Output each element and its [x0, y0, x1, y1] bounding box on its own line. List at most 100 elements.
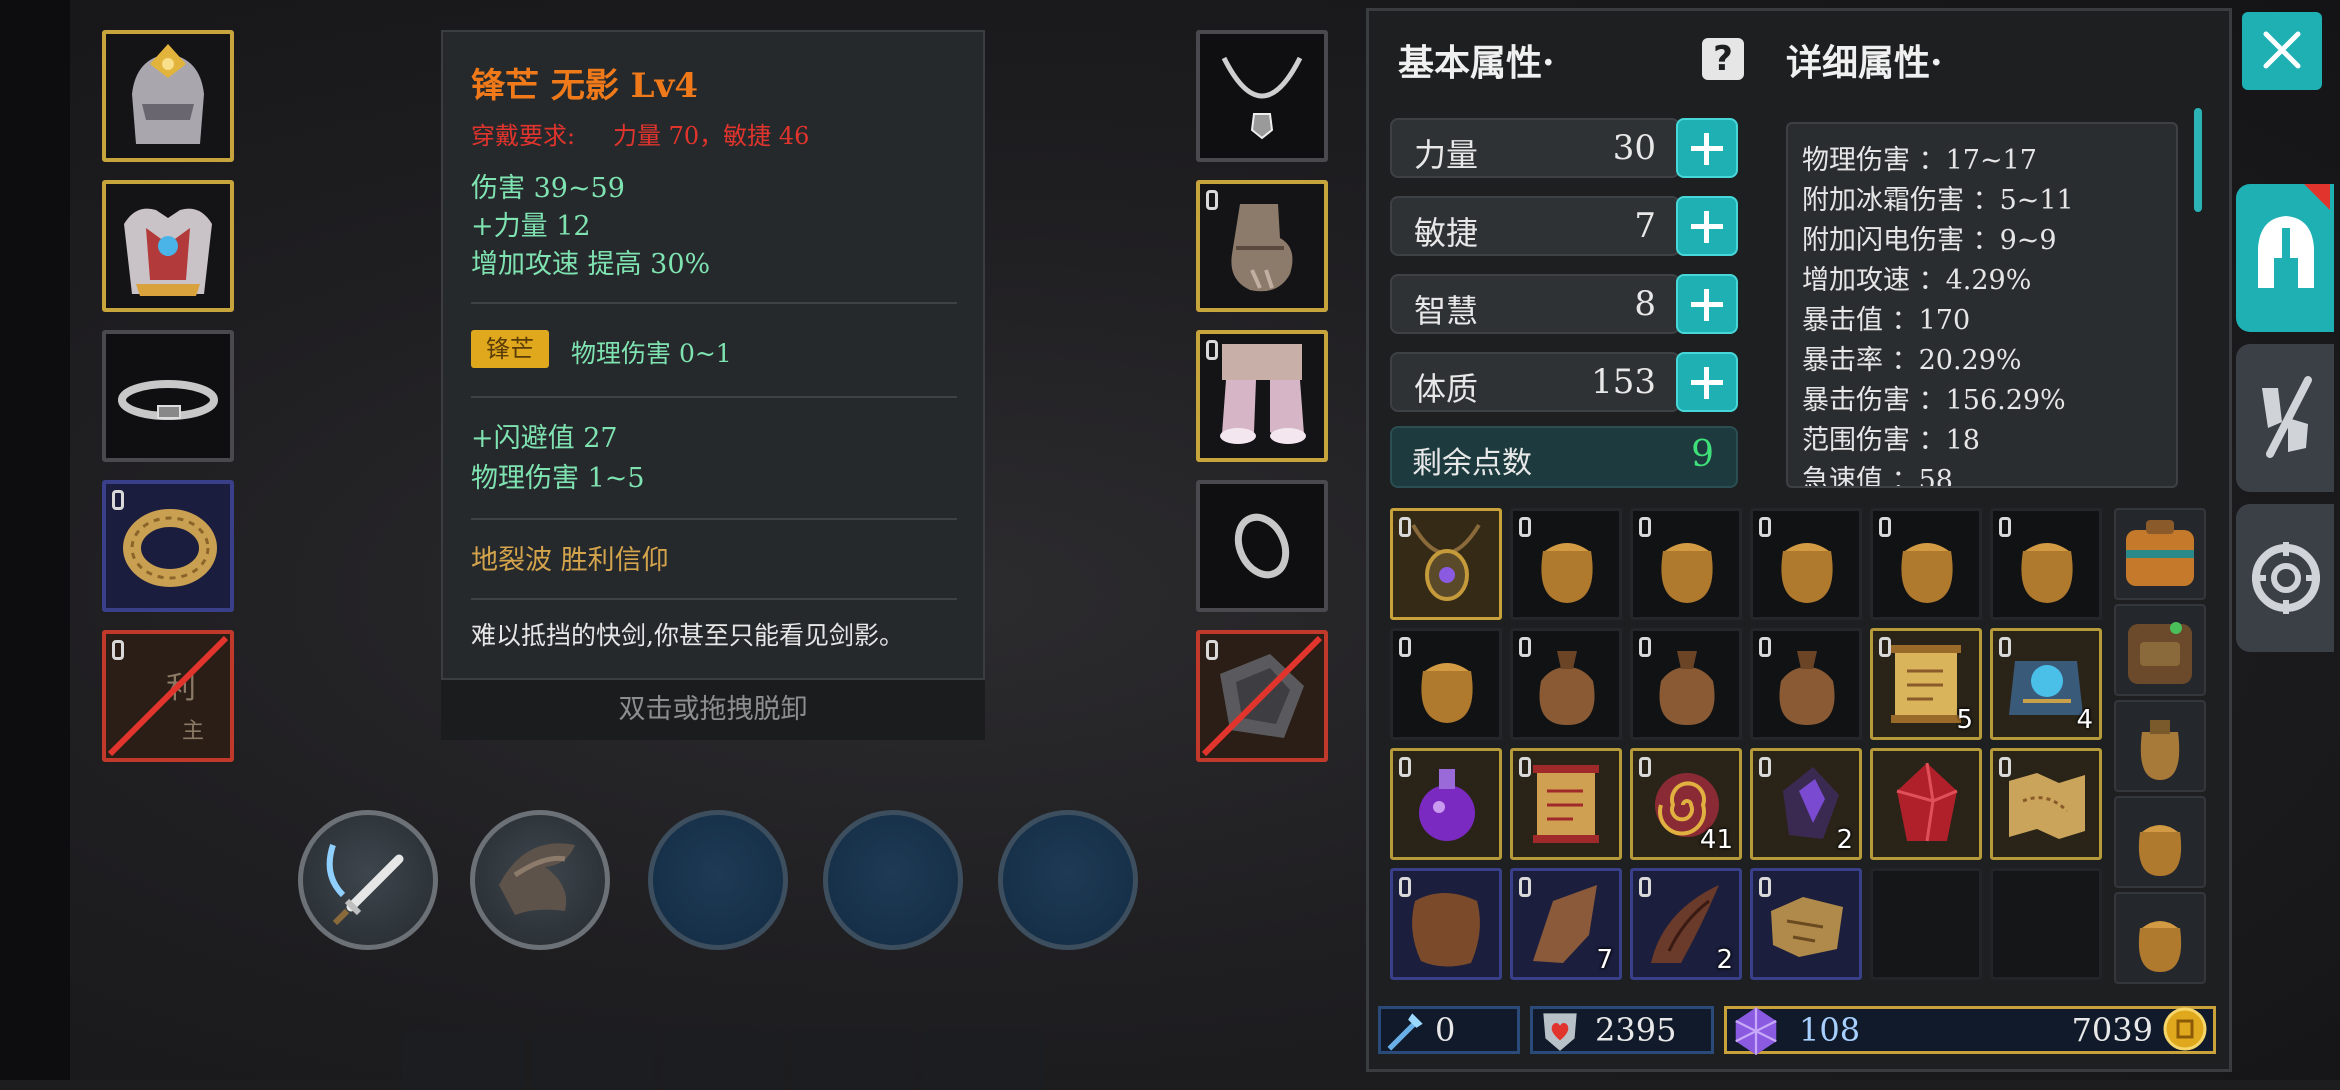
- shards-value: 2395: [1595, 1011, 1677, 1049]
- gloves-slot[interactable]: [1196, 180, 1328, 312]
- stat-label: 体质: [1414, 370, 1479, 408]
- inventory-slot[interactable]: [1390, 868, 1502, 980]
- detail-line: 范围伤害 ：18: [1802, 425, 1980, 456]
- bottom-tab-3[interactable]: [662, 1030, 784, 1090]
- strength-bonus: +力量 12: [471, 211, 591, 242]
- bag-slot-1[interactable]: [2114, 508, 2206, 600]
- inventory-slot[interactable]: [1870, 508, 1982, 620]
- helmet-icon: [132, 44, 204, 144]
- backpack-icon: [2126, 520, 2194, 586]
- helmet-slot[interactable]: [102, 30, 234, 162]
- inventory-slot[interactable]: [1510, 628, 1622, 740]
- armor-icon: [124, 208, 212, 296]
- divider: [471, 598, 957, 600]
- bracelet-slot[interactable]: [102, 480, 234, 612]
- skill-slot-5[interactable]: [998, 810, 1138, 950]
- add-strength-button[interactable]: [1676, 118, 1738, 178]
- sack-icon: [1659, 651, 1715, 725]
- stat-value: 30: [1612, 128, 1656, 168]
- remaining-value: 9: [1691, 434, 1714, 475]
- stat-value: 7: [1634, 206, 1656, 246]
- rarity-tag: 锋芒: [471, 330, 549, 368]
- inventory-slot[interactable]: [1390, 508, 1502, 620]
- inventory-slot[interactable]: [1750, 508, 1862, 620]
- inventory-slot-empty[interactable]: [1990, 868, 2102, 980]
- inventory-slot[interactable]: [1870, 748, 1982, 860]
- resource-shards: 2395: [1530, 1006, 1714, 1054]
- detail-stats-title: 详细属性·: [1786, 42, 1943, 84]
- inventory-slot[interactable]: [1990, 748, 2102, 860]
- detail-scrollbar[interactable]: [2194, 108, 2202, 212]
- notification-badge: [2304, 184, 2330, 210]
- inventory-slot[interactable]: [1990, 508, 2102, 620]
- sack-icon: [1539, 651, 1595, 725]
- stat-label: 力量: [1414, 136, 1479, 174]
- unequip-hint-bar[interactable]: 双击或拖拽脱卸: [441, 680, 985, 740]
- belt-slot[interactable]: [102, 330, 234, 462]
- tab-weapons[interactable]: [2236, 344, 2334, 492]
- inventory-slot[interactable]: 7: [1510, 868, 1622, 980]
- armor-slot[interactable]: [102, 180, 234, 312]
- inventory-slot[interactable]: [1390, 748, 1502, 860]
- bag-slot-3[interactable]: [2114, 700, 2206, 792]
- tab-settings[interactable]: [2236, 504, 2334, 652]
- inventory-slot-empty[interactable]: [1870, 868, 1982, 980]
- bottom-tab-1[interactable]: [402, 1030, 524, 1090]
- help-button[interactable]: ?: [1702, 38, 1744, 80]
- inventory-slot[interactable]: 41: [1630, 748, 1742, 860]
- pouch-icon: [2021, 543, 2073, 603]
- physical-damage-bonus: 物理伤害 1~5: [471, 463, 645, 494]
- boots-slot[interactable]: [1196, 330, 1328, 462]
- locked-weapon-slot[interactable]: 利 主: [102, 630, 234, 762]
- skill-slot-4[interactable]: [823, 810, 963, 950]
- bottom-tab-2[interactable]: [532, 1030, 654, 1090]
- item-count: 7: [1596, 945, 1613, 975]
- locked-offhand-slot[interactable]: [1196, 630, 1328, 762]
- skill-slot-1[interactable]: [298, 810, 438, 950]
- bottom-tab-5[interactable]: [922, 1030, 1044, 1090]
- inventory-slot[interactable]: [1390, 628, 1502, 740]
- remaining-points: 剩余点数 9: [1390, 426, 1738, 488]
- necklace-icon: [1221, 56, 1303, 140]
- pouch-icon: [2138, 825, 2182, 876]
- charge-skill-icon: [499, 843, 575, 915]
- pouch-icon: [1901, 543, 1953, 603]
- skill-slot-2[interactable]: [470, 810, 610, 950]
- detail-line: 暴击伤害 ：156.29%: [1802, 385, 2066, 416]
- stat-value: 153: [1591, 362, 1656, 402]
- map-icon: [2009, 773, 2085, 839]
- pouch-icon: [2138, 921, 2182, 972]
- inventory-slot[interactable]: [1630, 508, 1742, 620]
- inventory-slot[interactable]: [1630, 628, 1742, 740]
- inventory-slot[interactable]: 2: [1750, 748, 1862, 860]
- heart-shield-icon: [1543, 1013, 1577, 1051]
- item-count: 41: [1699, 825, 1733, 855]
- inventory-slot[interactable]: [1510, 508, 1622, 620]
- flavor-text: 难以抵挡的快剑,你甚至只能看见剑影。: [471, 621, 904, 650]
- skill-slot-3[interactable]: [648, 810, 788, 950]
- add-wisdom-button[interactable]: [1676, 274, 1738, 334]
- detail-line: 暴击率 ：20.29%: [1802, 345, 2022, 376]
- amulet-icon: [1411, 523, 1481, 601]
- add-agility-button[interactable]: [1676, 196, 1738, 256]
- inventory-slot[interactable]: 4: [1990, 628, 2102, 740]
- inventory-slot[interactable]: [1510, 748, 1622, 860]
- bag-slot-4[interactable]: [2114, 796, 2206, 888]
- add-constitution-button[interactable]: [1676, 352, 1738, 412]
- inventory-slot[interactable]: [1750, 628, 1862, 740]
- detail-stats-list[interactable]: 物理伤害 ：17~17 附加冰霜伤害 ：5~11 附加闪电伤害 ：9~9 增加攻…: [1786, 122, 2178, 488]
- inventory-slot[interactable]: 2: [1630, 868, 1742, 980]
- inventory-slot[interactable]: [1750, 868, 1862, 980]
- ring-slot[interactable]: [1196, 480, 1328, 612]
- inventory-slot[interactable]: 5: [1870, 628, 1982, 740]
- stat-label: 敏捷: [1414, 214, 1479, 252]
- item-tooltip: 锋芒 无影 Lv4 穿戴要求: 力量 70，敏捷 46 伤害 39~59 +力量…: [441, 30, 985, 680]
- tab-equipment[interactable]: [2236, 184, 2334, 332]
- close-button[interactable]: [2242, 12, 2322, 90]
- pouch-icon: [1661, 543, 1713, 603]
- bottom-tab-4[interactable]: [792, 1030, 914, 1090]
- detail-line: 暴击值 ：170: [1802, 305, 1971, 336]
- necklace-slot[interactable]: [1196, 30, 1328, 162]
- bag-slot-2[interactable]: [2114, 604, 2206, 696]
- bag-slot-5[interactable]: [2114, 892, 2206, 984]
